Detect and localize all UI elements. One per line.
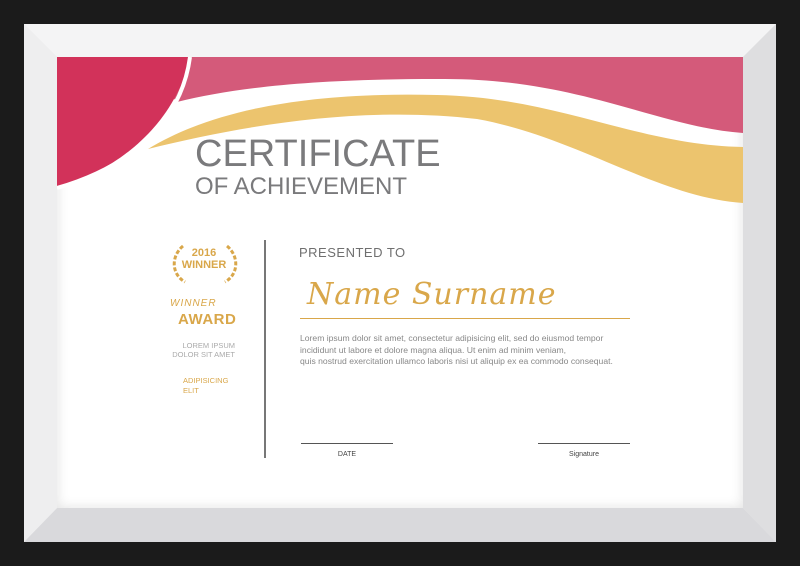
body-line: incididunt ut labore et dolore magna ali…: [300, 344, 567, 355]
adip-text: ADIPISICING ELIT: [183, 376, 228, 396]
signature-line: [538, 443, 630, 444]
recipient-name: Name Surname: [307, 277, 557, 312]
badge-label: WINNER: [181, 259, 227, 271]
body-text: Lorem ipsum dolor sit amet, consectetur …: [300, 333, 660, 368]
winner-label: WINNER: [170, 298, 217, 309]
date-line: [301, 443, 393, 444]
adip-line: ELIT: [183, 386, 199, 395]
award-label: AWARD: [178, 311, 237, 328]
lorem-line: DOLOR SIT AMET: [172, 350, 235, 359]
body-line: Lorem ipsum dolor sit amet, consectetur …: [300, 333, 604, 343]
date-label: DATE: [337, 451, 357, 458]
winner-badge: 2016 WINNER: [164, 247, 244, 271]
adip-line: ADIPISICING: [183, 376, 229, 385]
lorem-line: LOREM IPSUM: [182, 341, 235, 350]
badge-year: 2016: [191, 247, 217, 259]
body-line: quis nostrud exercitation ullamco labori…: [300, 356, 613, 366]
certificate-paper: CERTIFICATE OF ACHIEVEMENT 2016 WINNER WI…: [57, 57, 743, 508]
signature-label: Signature: [569, 451, 599, 458]
certificate-subtitle: OF ACHIEVEMENT: [195, 173, 408, 200]
divider: [264, 240, 266, 458]
name-underline: [300, 318, 630, 319]
certificate-title: CERTIFICATE: [195, 133, 441, 175]
lorem-text: LOREM IPSUM DOLOR SIT AMET: [169, 341, 235, 359]
presented-to: PRESENTED TO: [299, 245, 406, 260]
